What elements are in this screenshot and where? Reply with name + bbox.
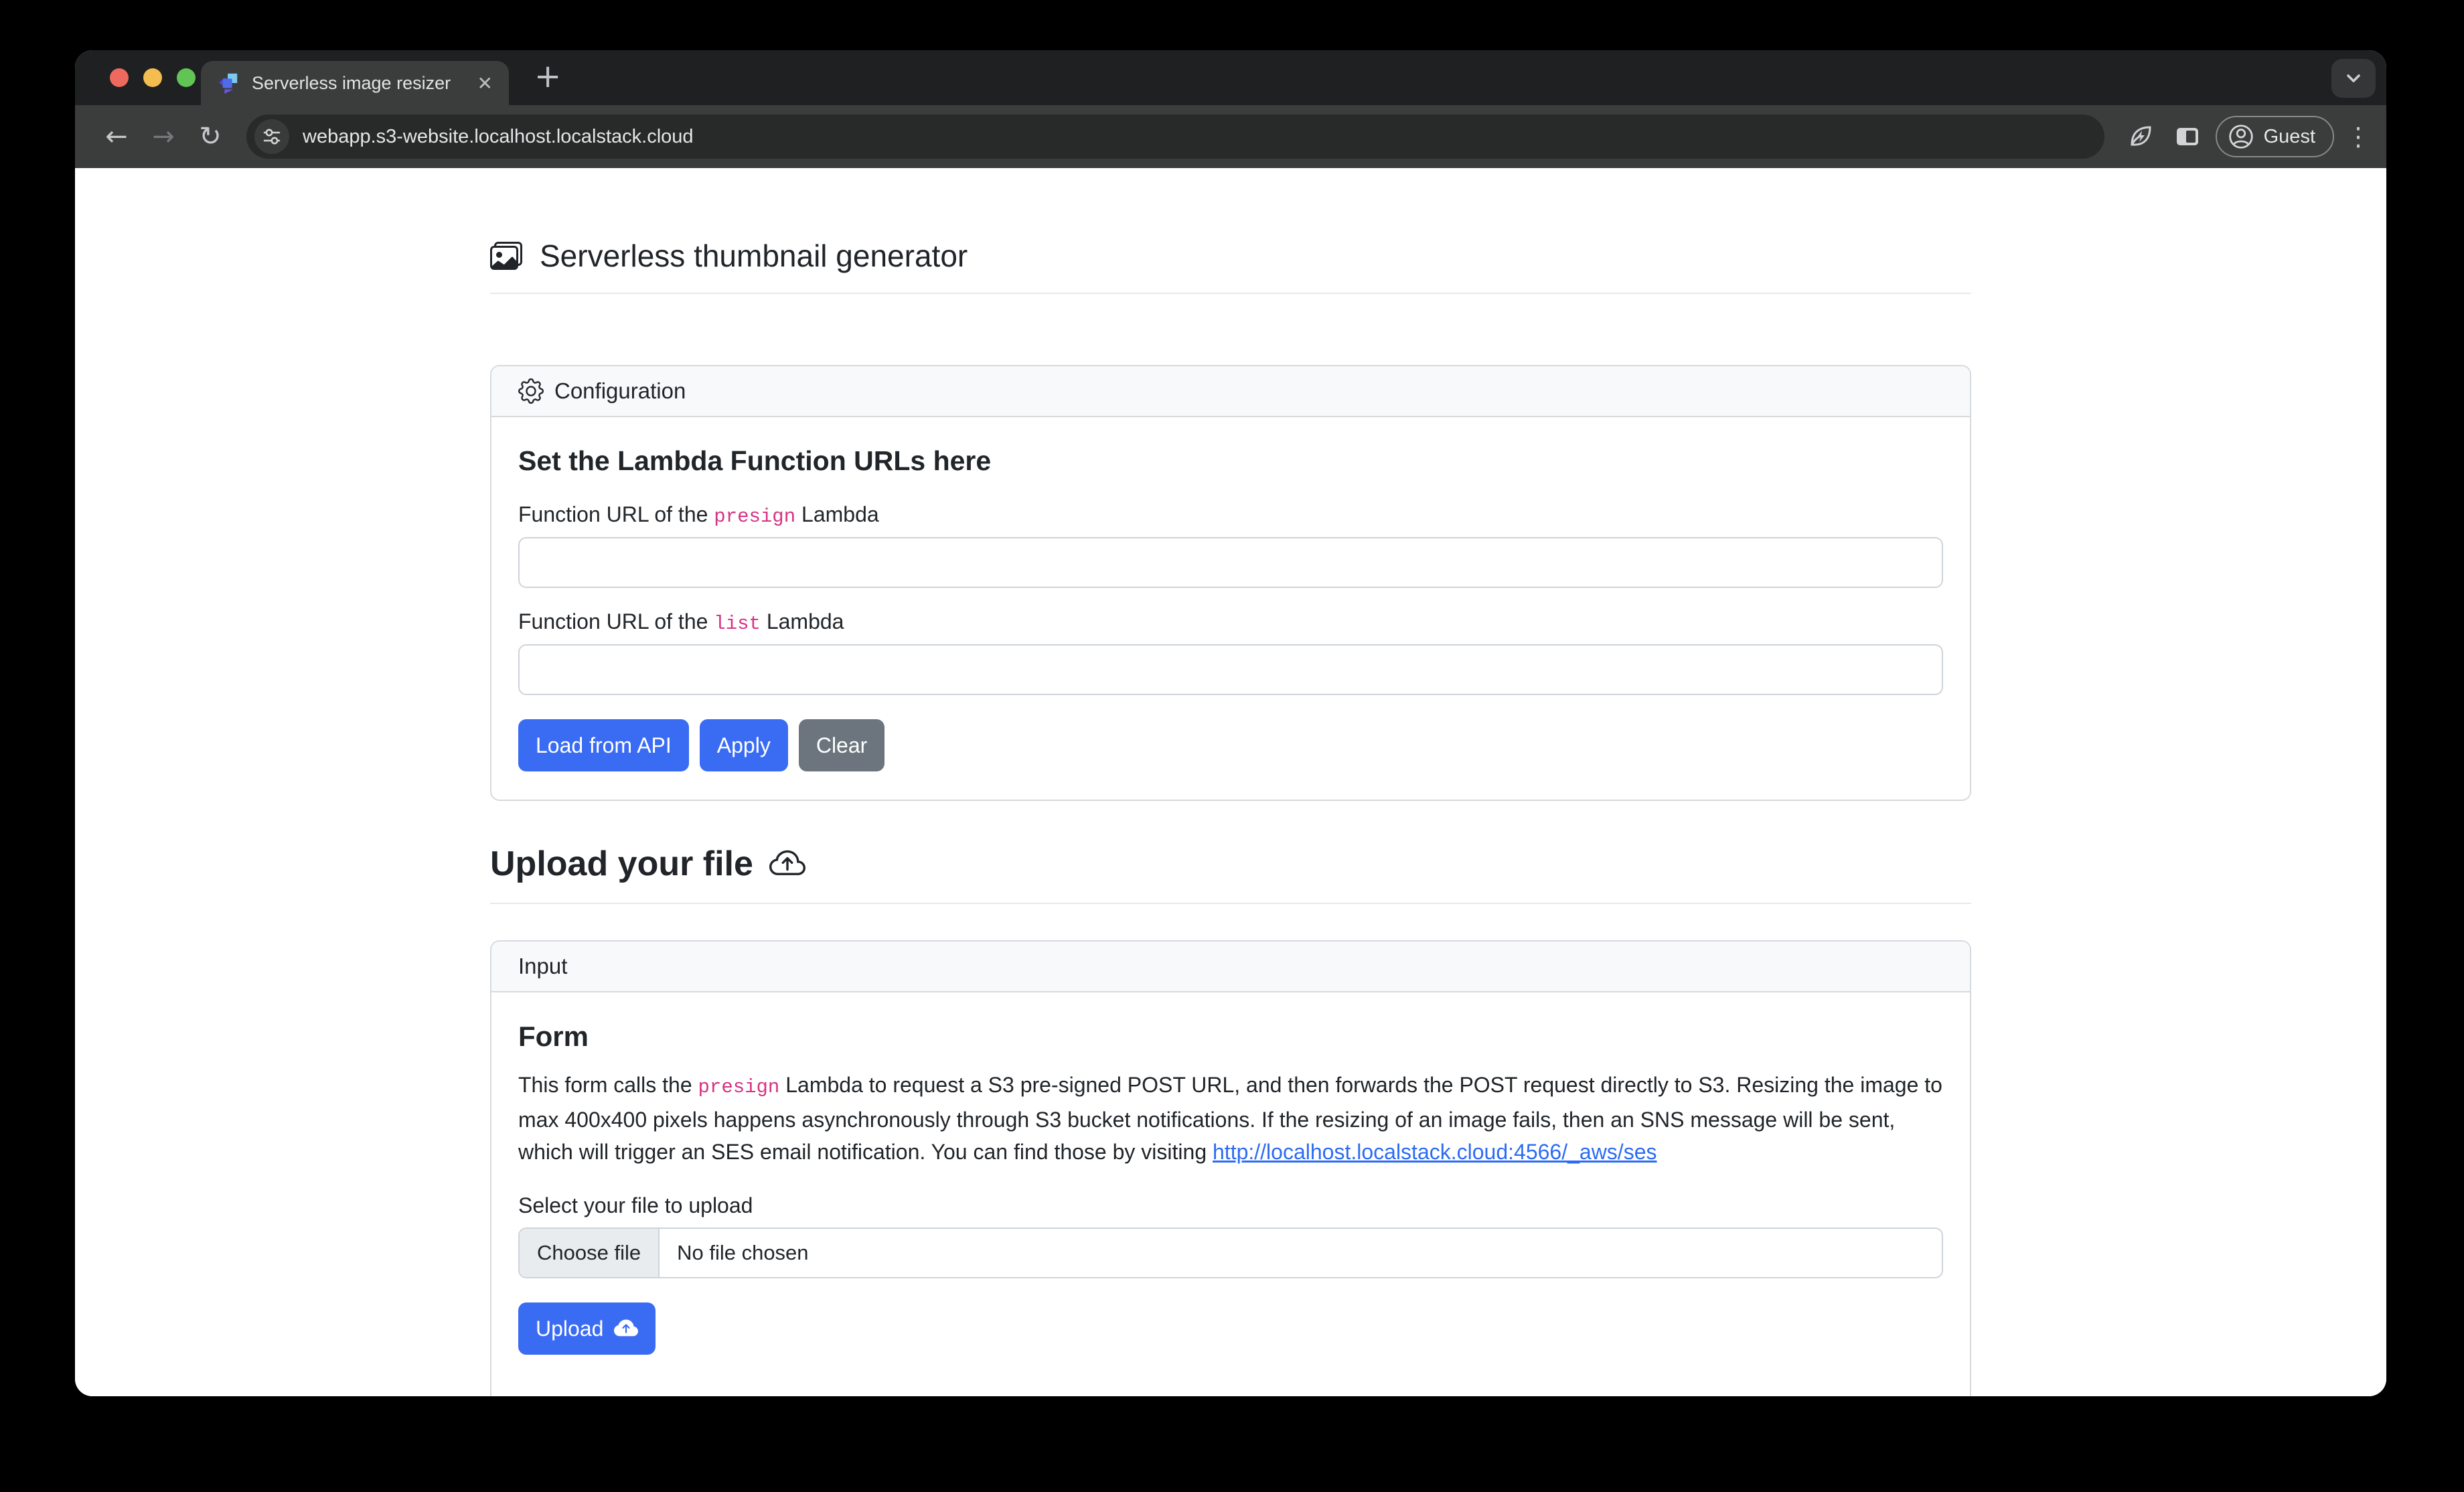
back-icon[interactable]: ←	[98, 118, 135, 155]
profile-label: Guest	[2264, 126, 2315, 148]
input-card-title: Input	[518, 954, 567, 979]
web-page: Serverless thumbnail generator Configura…	[75, 168, 2386, 1396]
page-header: Serverless thumbnail generator	[490, 238, 1971, 274]
presign-code: presign	[698, 1076, 780, 1098]
browser-toolbar: ← → ↻ webapp.s3-website.localhost.locals…	[75, 105, 2386, 168]
apply-button[interactable]: Apply	[700, 719, 788, 771]
browser-tab[interactable]: Serverless image resizer ✕	[201, 61, 509, 105]
list-code: list	[714, 613, 761, 635]
configuration-card: Configuration Set the Lambda Function UR…	[490, 365, 1971, 801]
presign-url-label: Function URL of the presign Lambda	[518, 502, 1943, 528]
config-heading: Set the Lambda Function URLs here	[518, 445, 1943, 477]
site-settings-button[interactable]	[254, 119, 289, 154]
reload-icon[interactable]: ↻	[191, 118, 229, 155]
divider	[490, 293, 1971, 294]
tab-strip: Serverless image resizer ✕ +	[75, 50, 2386, 105]
browser-window: Serverless image resizer ✕ + ← → ↻	[75, 50, 2386, 1396]
side-panel-button[interactable]	[2169, 118, 2206, 155]
minimize-window-button[interactable]	[143, 68, 162, 87]
close-window-button[interactable]	[110, 68, 129, 87]
form-description: This form calls the presign Lambda to re…	[518, 1069, 1943, 1168]
load-from-api-button[interactable]: Load from API	[518, 719, 689, 771]
performance-button[interactable]	[2122, 118, 2159, 155]
list-url-label: Function URL of the list Lambda	[518, 609, 1943, 635]
page-title: Serverless thumbnail generator	[540, 238, 968, 274]
input-card: Input Form This form calls the presign L…	[490, 940, 1971, 1396]
forward-icon[interactable]: →	[145, 118, 182, 155]
presign-code: presign	[714, 506, 795, 528]
ses-link[interactable]: http://localhost.localstack.cloud:4566/_…	[1213, 1140, 1657, 1164]
upload-button[interactable]: Upload	[518, 1302, 656, 1355]
new-tab-icon[interactable]: +	[534, 60, 561, 92]
configuration-card-title: Configuration	[554, 378, 686, 404]
tab-search-button[interactable]	[2331, 59, 2376, 98]
file-input[interactable]: Choose file No file chosen	[518, 1227, 1943, 1278]
configuration-card-header: Configuration	[491, 366, 1970, 417]
tab-title: Serverless image resizer	[252, 73, 468, 94]
cloud-upload-icon	[769, 846, 805, 882]
choose-file-button[interactable]: Choose file	[520, 1229, 660, 1277]
zoom-window-button[interactable]	[177, 68, 196, 87]
energy-saver-leaf-icon	[2126, 122, 2155, 151]
tune-icon	[262, 127, 282, 147]
address-bar[interactable]: webapp.s3-website.localhost.localstack.c…	[246, 115, 2104, 159]
guest-avatar-icon	[2228, 123, 2254, 150]
images-icon	[490, 240, 522, 272]
file-select-label: Select your file to upload	[518, 1193, 1943, 1218]
input-card-header: Input	[491, 942, 1970, 992]
divider	[490, 903, 1971, 904]
url-text: webapp.s3-website.localhost.localstack.c…	[303, 126, 694, 148]
favicon	[217, 72, 240, 94]
list-url-input[interactable]	[518, 644, 1943, 695]
cloud-upload-fill-icon	[614, 1317, 638, 1341]
side-panel-icon	[2174, 123, 2201, 150]
chevron-down-icon	[2340, 65, 2367, 92]
tab-close-icon[interactable]: ✕	[477, 72, 493, 94]
form-heading: Form	[518, 1021, 1943, 1053]
profile-button[interactable]: Guest	[2216, 116, 2334, 157]
clear-button[interactable]: Clear	[799, 719, 884, 771]
gear-icon	[518, 378, 544, 404]
upload-section-heading: Upload your file	[490, 844, 1971, 884]
file-status-text: No file chosen	[660, 1229, 826, 1277]
presign-url-input[interactable]	[518, 537, 1943, 588]
window-controls	[110, 50, 196, 105]
overflow-menu-icon[interactable]: ⋮	[2343, 118, 2373, 155]
